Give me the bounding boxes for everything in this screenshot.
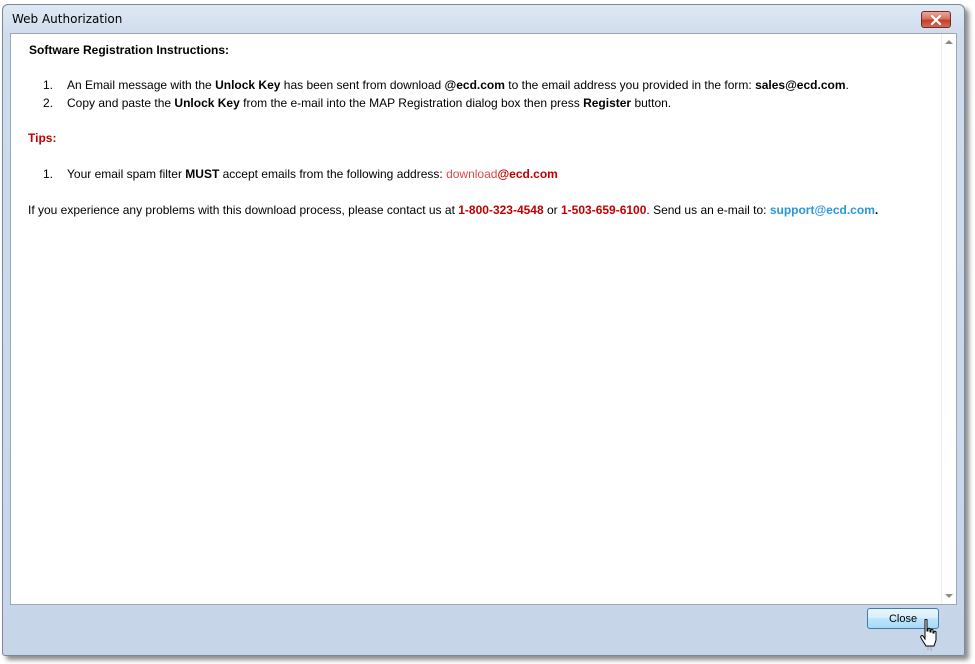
vertical-scrollbar[interactable] — [941, 34, 956, 604]
scroll-down-icon[interactable] — [945, 594, 953, 598]
phone-number: 1-503-659-6100 — [561, 203, 647, 217]
instructions-area: Software Registration Instructions: 1. An… — [11, 34, 940, 604]
screenshot-canvas: Web Authorization Software Registration … — [0, 0, 975, 664]
dialog-window: Web Authorization Software Registration … — [2, 4, 965, 656]
window-title: Web Authorization — [12, 12, 123, 26]
close-icon — [930, 14, 942, 25]
scroll-up-icon[interactable] — [945, 40, 953, 44]
tips-label: Tips: — [28, 131, 57, 145]
tip-address-domain: @ecd.com — [497, 167, 558, 181]
support-email-link[interactable]: support@ecd.com — [770, 203, 875, 217]
phone-number: 1-800-323-4548 — [458, 203, 544, 217]
contact-line: If you experience any problems with this… — [28, 203, 879, 217]
title-bar[interactable]: Web Authorization — [3, 5, 964, 33]
mouse-cursor-icon — [920, 619, 937, 651]
window-close-button[interactable] — [921, 11, 951, 28]
tip-address-user: download — [446, 167, 498, 181]
instruction-item: 1. An Email message with the Unlock Key h… — [43, 78, 849, 92]
tip-item: 1. Your email spam filter MUST accept ema… — [43, 167, 558, 181]
instruction-item: 2. Copy and paste the Unlock Key from the… — [43, 96, 672, 110]
content-panel: Software Registration Instructions: 1. An… — [10, 33, 957, 605]
instructions-heading: Software Registration Instructions: — [29, 43, 230, 57]
